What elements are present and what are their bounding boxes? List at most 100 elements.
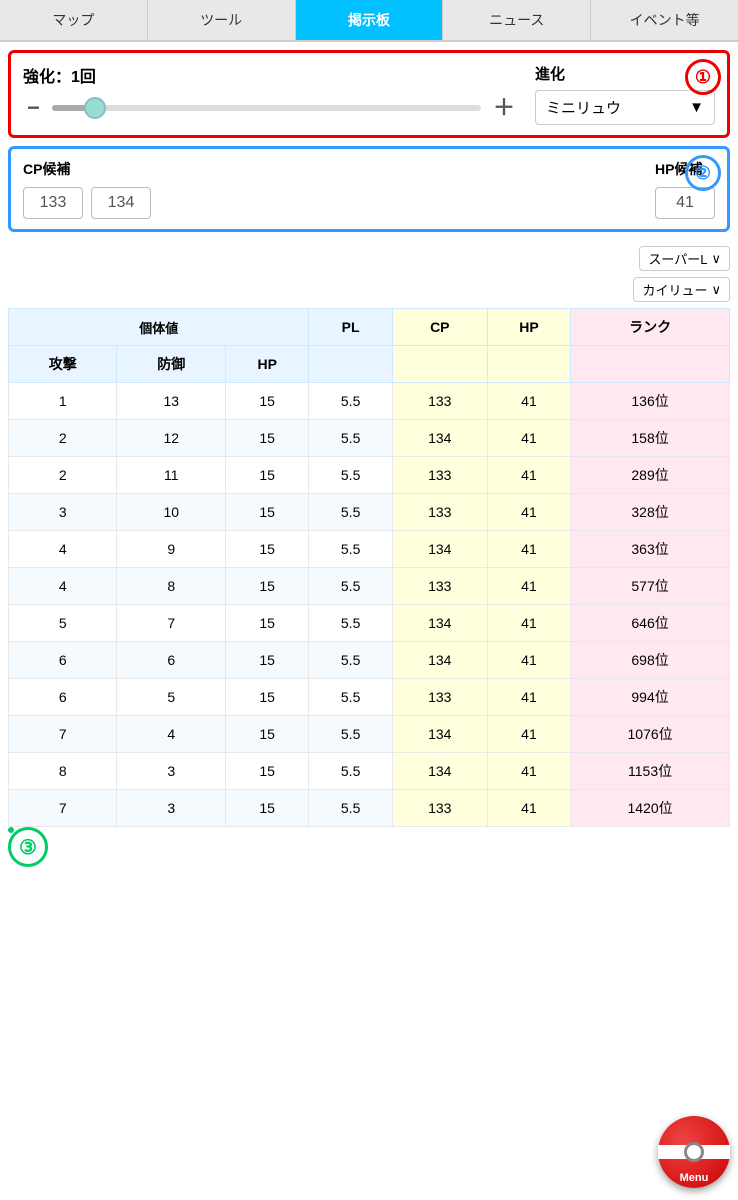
cell-rank: 698位 bbox=[571, 642, 730, 679]
cell-hp2: 41 bbox=[487, 753, 570, 790]
cell-def: 9 bbox=[117, 531, 225, 568]
cell-rank: 994位 bbox=[571, 679, 730, 716]
table-row: 3 10 15 5.5 133 41 328位 bbox=[9, 494, 730, 531]
cell-def: 3 bbox=[117, 790, 225, 827]
table-row: 6 5 15 5.5 133 41 994位 bbox=[9, 679, 730, 716]
cell-def: 7 bbox=[117, 605, 225, 642]
cell-hp-stat: 15 bbox=[225, 457, 308, 494]
cell-def: 12 bbox=[117, 420, 225, 457]
cell-atk: 1 bbox=[9, 383, 117, 420]
table-row: 7 4 15 5.5 134 41 1076位 bbox=[9, 716, 730, 753]
menu-button[interactable]: Menu bbox=[658, 1116, 730, 1188]
cell-hp-stat: 15 bbox=[225, 605, 308, 642]
top-navigation: マップ ツール 掲示板 ニュース イベント等 bbox=[0, 0, 738, 42]
cell-rank: 646位 bbox=[571, 605, 730, 642]
table-row: 2 11 15 5.5 133 41 289位 bbox=[9, 457, 730, 494]
individual-header: 個体値 bbox=[9, 309, 309, 346]
cell-hp-stat: 15 bbox=[225, 531, 308, 568]
league-dropdown[interactable]: スーパーL ∨ bbox=[639, 246, 730, 271]
cell-atk: 7 bbox=[9, 716, 117, 753]
cell-cp: 134 bbox=[392, 531, 487, 568]
cell-pl: 5.5 bbox=[309, 531, 392, 568]
table-row: 2 12 15 5.5 134 41 158位 bbox=[9, 420, 730, 457]
cell-hp-stat: 15 bbox=[225, 568, 308, 605]
table-row: 1 13 15 5.5 133 41 136位 bbox=[9, 383, 730, 420]
cell-cp: 133 bbox=[392, 790, 487, 827]
tab-tool[interactable]: ツール bbox=[148, 0, 296, 40]
cp-hp-row: CP候補 133 134 HP候補 41 bbox=[23, 159, 715, 219]
league-chevron-icon: ∨ bbox=[711, 251, 721, 267]
cp-header: CP bbox=[392, 309, 487, 346]
cell-rank: 363位 bbox=[571, 531, 730, 568]
cell-cp: 134 bbox=[392, 605, 487, 642]
cell-def: 13 bbox=[117, 383, 225, 420]
tab-event[interactable]: イベント等 bbox=[591, 0, 738, 40]
cell-hp2: 41 bbox=[487, 568, 570, 605]
slider-plus[interactable]: ＋ bbox=[489, 97, 519, 119]
pokemon-label: カイリュー bbox=[642, 280, 707, 299]
section-badge-1: ① bbox=[685, 59, 721, 95]
cell-atk: 6 bbox=[9, 679, 117, 716]
tab-news[interactable]: ニュース bbox=[443, 0, 591, 40]
evolution-select[interactable]: ミニリュウ ▼ bbox=[535, 90, 715, 125]
cell-hp2: 41 bbox=[487, 716, 570, 753]
cell-cp: 134 bbox=[392, 716, 487, 753]
cell-hp2: 41 bbox=[487, 605, 570, 642]
section-badge-3: ③ bbox=[8, 827, 48, 867]
cell-hp2: 41 bbox=[487, 790, 570, 827]
cell-rank: 1153位 bbox=[571, 753, 730, 790]
cell-cp: 134 bbox=[392, 642, 487, 679]
cell-pl: 5.5 bbox=[309, 420, 392, 457]
table-row: 7 3 15 5.5 133 41 1420位 bbox=[9, 790, 730, 827]
cell-rank: 1420位 bbox=[571, 790, 730, 827]
rank-header: ランク bbox=[571, 309, 730, 346]
cell-rank: 577位 bbox=[571, 568, 730, 605]
rank-sub-header bbox=[571, 346, 730, 383]
cell-hp2: 41 bbox=[487, 642, 570, 679]
slider-minus[interactable]: − bbox=[23, 97, 44, 119]
iv-table-section: スーパーL ∨ カイリュー ∨ 個体値 PL CP HP ランク 攻撃 防御 H… bbox=[8, 240, 730, 827]
tab-map[interactable]: マップ bbox=[0, 0, 148, 40]
cell-atk: 8 bbox=[9, 753, 117, 790]
cell-cp: 133 bbox=[392, 383, 487, 420]
power-up-title: 強化：1回 bbox=[23, 63, 519, 87]
cell-pl: 5.5 bbox=[309, 753, 392, 790]
cell-pl: 5.5 bbox=[309, 568, 392, 605]
cell-hp-stat: 15 bbox=[225, 790, 308, 827]
table-row: 5 7 15 5.5 134 41 646位 bbox=[9, 605, 730, 642]
cell-rank: 1076位 bbox=[571, 716, 730, 753]
cell-pl: 5.5 bbox=[309, 642, 392, 679]
cell-hp2: 41 bbox=[487, 420, 570, 457]
cell-cp: 134 bbox=[392, 420, 487, 457]
power-up-section: 強化：1回 − ＋ 進化 ミニリュウ ▼ ① bbox=[8, 50, 730, 138]
tab-board[interactable]: 掲示板 bbox=[296, 0, 444, 40]
cell-atk: 4 bbox=[9, 568, 117, 605]
atk-header: 攻撃 bbox=[9, 346, 117, 383]
cell-rank: 328位 bbox=[571, 494, 730, 531]
cell-atk: 3 bbox=[9, 494, 117, 531]
slider-area: − ＋ bbox=[23, 97, 519, 119]
cell-def: 5 bbox=[117, 679, 225, 716]
cell-rank: 136位 bbox=[571, 383, 730, 420]
pokemon-dropdown[interactable]: カイリュー ∨ bbox=[633, 277, 730, 302]
league-label: スーパーL bbox=[648, 249, 707, 268]
cell-pl: 5.5 bbox=[309, 716, 392, 753]
cell-def: 10 bbox=[117, 494, 225, 531]
table-row: 4 8 15 5.5 133 41 577位 bbox=[9, 568, 730, 605]
cell-atk: 2 bbox=[9, 420, 117, 457]
iv-table: 個体値 PL CP HP ランク 攻撃 防御 HP 1 bbox=[8, 308, 730, 827]
slider-track[interactable] bbox=[52, 105, 481, 111]
cell-def: 4 bbox=[117, 716, 225, 753]
cell-pl: 5.5 bbox=[309, 383, 392, 420]
cell-pl: 5.5 bbox=[309, 679, 392, 716]
cell-pl: 5.5 bbox=[309, 494, 392, 531]
pokeball-center bbox=[684, 1142, 704, 1162]
cell-hp-stat: 15 bbox=[225, 642, 308, 679]
table-row: 4 9 15 5.5 134 41 363位 bbox=[9, 531, 730, 568]
slider-thumb[interactable] bbox=[84, 97, 106, 119]
cell-hp2: 41 bbox=[487, 457, 570, 494]
cell-def: 11 bbox=[117, 457, 225, 494]
cell-hp-stat: 15 bbox=[225, 753, 308, 790]
cp-label: CP候補 bbox=[23, 159, 635, 179]
cp-value-2: 134 bbox=[91, 187, 151, 219]
